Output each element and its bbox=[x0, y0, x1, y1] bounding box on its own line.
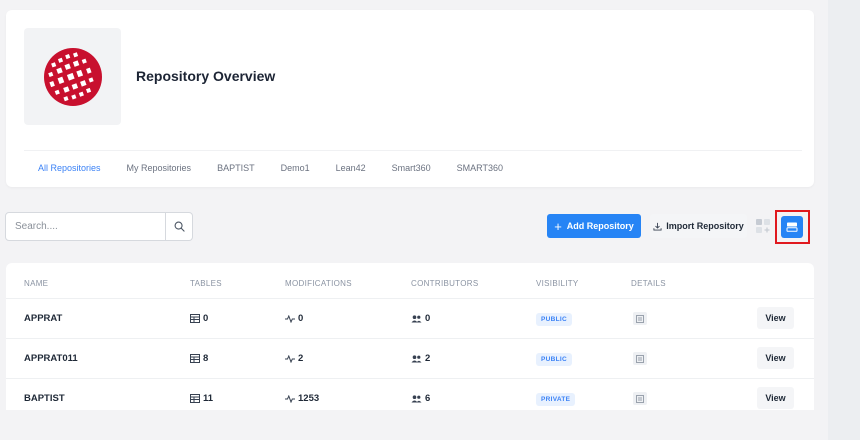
column-header-modifications[interactable]: MODIFICATIONS bbox=[285, 279, 352, 288]
contributors-value: 2 bbox=[425, 353, 431, 364]
tab-all-repositories[interactable]: All Repositories bbox=[38, 163, 101, 173]
search-button[interactable] bbox=[166, 212, 193, 241]
import-repository-label: Import Repository bbox=[666, 221, 744, 231]
details-icon[interactable] bbox=[633, 312, 647, 325]
download-icon bbox=[653, 222, 662, 231]
contributors-count: 0 bbox=[411, 313, 430, 324]
grid-view-icon bbox=[756, 219, 770, 233]
table-icon bbox=[190, 354, 200, 363]
modifications-count: 0 bbox=[285, 313, 303, 324]
table-icon bbox=[190, 394, 200, 403]
globe-logo-icon bbox=[43, 47, 102, 106]
users-icon bbox=[411, 314, 422, 322]
contributors-value: 0 bbox=[425, 313, 431, 324]
visibility-badge: PRIVATE bbox=[536, 393, 576, 406]
list-view-toggle[interactable] bbox=[781, 216, 803, 238]
activity-icon bbox=[285, 394, 295, 403]
plus-icon: + bbox=[554, 218, 562, 234]
tables-count: 0 bbox=[190, 313, 208, 324]
table-row: APPRAT011 8 2 2 PUBLIC View bbox=[6, 339, 814, 379]
column-header-details: DETAILS bbox=[631, 279, 666, 288]
tab-baptist[interactable]: BAPTIST bbox=[217, 163, 255, 173]
contributors-value: 6 bbox=[425, 393, 431, 404]
details-icon[interactable] bbox=[633, 392, 647, 405]
visibility-badge: PUBLIC bbox=[536, 313, 572, 326]
page-bottom-band bbox=[0, 410, 828, 440]
document-icon bbox=[636, 394, 644, 403]
repository-tabs: All Repositories My Repositories BAPTIST… bbox=[24, 150, 802, 185]
activity-icon bbox=[285, 314, 295, 323]
users-icon bbox=[411, 394, 422, 402]
repository-header-card: Repository Overview All Repositories My … bbox=[6, 10, 814, 187]
repository-name[interactable]: APPRAT bbox=[24, 313, 62, 324]
view-button[interactable]: View bbox=[757, 347, 794, 369]
tables-count: 8 bbox=[190, 353, 208, 364]
table-header: NAME TABLES MODIFICATIONS CONTRIBUTORS V… bbox=[6, 263, 814, 299]
repository-name[interactable]: BAPTIST bbox=[24, 393, 65, 404]
modifications-count: 1253 bbox=[285, 393, 319, 404]
search-input[interactable] bbox=[5, 212, 166, 241]
view-button[interactable]: View bbox=[757, 387, 794, 409]
details-icon[interactable] bbox=[633, 352, 647, 365]
import-repository-button[interactable]: Import Repository bbox=[650, 214, 747, 238]
search-icon bbox=[174, 221, 185, 232]
modifications-value: 0 bbox=[298, 313, 304, 324]
modifications-count: 2 bbox=[285, 353, 303, 364]
add-repository-label: Add Repository bbox=[566, 221, 634, 231]
right-gutter bbox=[828, 0, 860, 440]
modifications-value: 2 bbox=[298, 353, 304, 364]
column-header-tables[interactable]: TABLES bbox=[190, 279, 222, 288]
search-bar bbox=[5, 212, 193, 241]
tab-smart360[interactable]: Smart360 bbox=[392, 163, 431, 173]
column-header-contributors[interactable]: CONTRIBUTORS bbox=[411, 279, 478, 288]
view-button[interactable]: View bbox=[757, 307, 794, 329]
page-title: Repository Overview bbox=[136, 68, 276, 84]
table-icon bbox=[190, 314, 200, 323]
repository-table: NAME TABLES MODIFICATIONS CONTRIBUTORS V… bbox=[6, 263, 814, 410]
tab-smart360-upper[interactable]: SMART360 bbox=[457, 163, 503, 173]
tables-value: 8 bbox=[203, 353, 209, 364]
column-header-visibility[interactable]: VISIBILITY bbox=[536, 279, 579, 288]
grid-view-toggle[interactable] bbox=[755, 217, 771, 235]
repository-name[interactable]: APPRAT011 bbox=[24, 353, 78, 364]
users-icon bbox=[411, 354, 422, 362]
table-row: APPRAT 0 0 0 PUBLIC View bbox=[6, 299, 814, 339]
tables-count: 11 bbox=[190, 393, 213, 404]
tab-demo1[interactable]: Demo1 bbox=[281, 163, 310, 173]
tab-my-repositories[interactable]: My Repositories bbox=[127, 163, 192, 173]
column-header-name[interactable]: NAME bbox=[24, 279, 48, 288]
organization-logo bbox=[24, 28, 121, 125]
contributors-count: 2 bbox=[411, 353, 430, 364]
tab-lean42[interactable]: Lean42 bbox=[336, 163, 366, 173]
tables-value: 0 bbox=[203, 313, 209, 324]
add-repository-button[interactable]: + Add Repository bbox=[547, 214, 641, 238]
modifications-value: 1253 bbox=[298, 393, 320, 404]
tables-value: 11 bbox=[203, 393, 214, 404]
list-view-icon bbox=[786, 222, 798, 232]
document-icon bbox=[636, 314, 644, 323]
activity-icon bbox=[285, 354, 295, 363]
document-icon bbox=[636, 354, 644, 363]
visibility-badge: PUBLIC bbox=[536, 353, 572, 366]
contributors-count: 6 bbox=[411, 393, 430, 404]
